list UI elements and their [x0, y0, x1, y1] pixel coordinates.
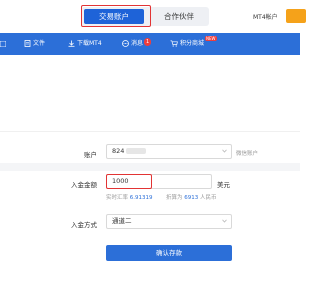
nav-item-prev[interactable]: [0, 33, 8, 55]
chevron-down-icon: [222, 219, 227, 223]
convert-prefix: 折算为: [166, 195, 183, 201]
section-separator: [0, 163, 300, 171]
converted-amount-text: 折算为 6913 人民币: [166, 193, 217, 201]
nav-label-files: 文件: [33, 40, 46, 47]
new-badge: NEW: [205, 36, 217, 41]
section-divider: [0, 131, 300, 132]
shop-icon: [170, 40, 178, 47]
amount-unit: 美元: [217, 181, 230, 189]
download-icon: [68, 40, 75, 47]
exchange-rate-text: 实时汇率 6.91319: [106, 193, 153, 201]
nav-item-files[interactable]: 文件: [24, 33, 45, 55]
account-select[interactable]: 824: [106, 144, 232, 159]
nav-label-download: 下载MT4: [77, 40, 102, 47]
account-hint: 微信账户: [236, 151, 259, 157]
nav-label-points-mall: 积分商城: [180, 40, 205, 47]
method-label: 入金方式: [71, 221, 97, 229]
account-label: 账户: [84, 151, 97, 159]
top-header: 交易账户 合作伙伴 MT4帐户: [0, 0, 306, 32]
file-icon: [24, 40, 31, 47]
nav-item-messages[interactable]: 消息 1: [122, 33, 152, 55]
message-icon: [122, 40, 129, 47]
account-value: 824: [112, 147, 125, 155]
amount-label: 入金金额: [71, 181, 97, 189]
action-button[interactable]: [286, 9, 306, 23]
rate-prefix: 实时汇率: [106, 195, 129, 201]
message-count-badge: 1: [144, 38, 152, 46]
nav-item-download-mt4[interactable]: 下载MT4: [68, 33, 102, 55]
converted-value: 6913: [184, 195, 199, 201]
tab-trading-account[interactable]: 交易账户: [84, 9, 144, 24]
masked-account-digits: [126, 148, 147, 154]
main-nav: 文件 下载MT4 消息 1 积分商城NEW: [0, 33, 300, 55]
tab-partner[interactable]: 合作伙伴: [151, 7, 207, 26]
rate-value: 6.91319: [129, 195, 153, 201]
mt4-account-link[interactable]: MT4帐户: [253, 12, 278, 21]
nav-label-messages: 消息: [131, 40, 144, 47]
amount-input[interactable]: 1000: [106, 174, 152, 189]
account-type-switch: 交易账户 合作伙伴: [81, 7, 209, 26]
convert-unit: 人民币: [200, 195, 217, 201]
nav-item-points-mall[interactable]: 积分商城NEW: [170, 33, 217, 55]
grid-icon: [0, 40, 7, 47]
chevron-down-icon: [222, 149, 227, 153]
deposit-method-select[interactable]: 通道二: [106, 214, 232, 229]
method-value: 通道二: [112, 217, 132, 225]
confirm-deposit-button[interactable]: 确认存款: [106, 245, 232, 261]
